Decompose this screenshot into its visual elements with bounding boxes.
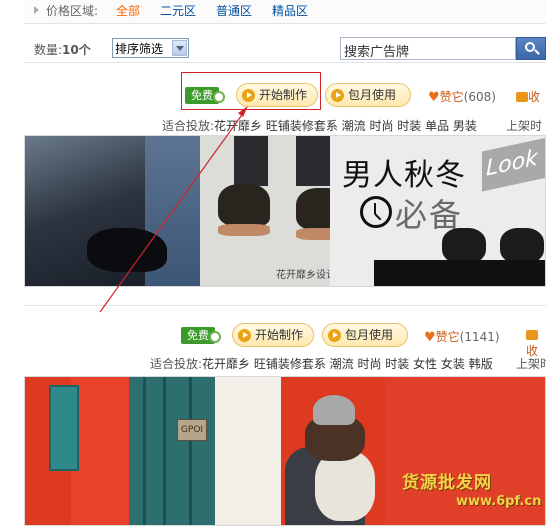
count-value: 10个 xyxy=(62,43,91,57)
filter-option-all[interactable]: 全部 xyxy=(116,2,140,19)
play-icon xyxy=(328,329,341,342)
play-icon xyxy=(331,89,344,102)
price-filter-label: 价格区域: xyxy=(46,4,99,18)
like-button[interactable]: ♥赞它(1141) xyxy=(424,328,500,345)
free-badge: 免费 xyxy=(181,327,221,344)
ad-banner-1[interactable]: 花开靡乡设计 Look 男人秋冬 必备 xyxy=(24,135,546,287)
updated-label: 上架时 xyxy=(516,357,546,371)
favorite-icon xyxy=(516,92,528,102)
clock-icon xyxy=(360,196,392,228)
bullet-icon xyxy=(34,6,39,14)
search-button[interactable] xyxy=(516,37,546,60)
favorite-icon xyxy=(526,330,538,340)
filter-option-two-yuan[interactable]: 二元区 xyxy=(160,2,196,19)
favorite-button[interactable]: 收 xyxy=(516,88,540,105)
updated-label: 上架时 xyxy=(506,119,543,133)
suitable-tags: 适合投放:花开靡乡 旺铺装修套系 潮流 时尚 时装 单品 男装 xyxy=(162,119,477,133)
price-filter-bar: 价格区域: 全部 二元区 普通区 精品区 xyxy=(24,0,546,24)
filter-option-normal[interactable]: 普通区 xyxy=(216,2,252,19)
heart-icon: ♥ xyxy=(424,330,436,345)
like-count: (1141) xyxy=(459,330,500,344)
banner-signature: 花开靡乡设计 xyxy=(276,270,336,281)
watermark-url: www.6pf.cn xyxy=(456,494,542,509)
sort-select[interactable]: 排序筛选 xyxy=(112,38,189,58)
suitable-tags: 适合投放:花开靡乡 旺铺装修套系 潮流 时尚 时装 女性 女装 韩版 xyxy=(150,357,493,371)
monthly-use-button[interactable]: 包月使用 xyxy=(322,323,408,347)
divider xyxy=(24,305,546,306)
heart-icon: ♥ xyxy=(428,90,440,105)
play-icon xyxy=(238,329,251,342)
look-tag: Look xyxy=(482,136,545,192)
chevron-down-icon[interactable] xyxy=(172,40,187,56)
count-label: 数量:10个 xyxy=(34,43,91,57)
highlight-box xyxy=(181,72,321,110)
start-create-button[interactable]: 开始制作 xyxy=(232,323,314,347)
door-plate: GPOI xyxy=(177,419,207,441)
search-input[interactable]: 搜索广告牌 xyxy=(340,37,516,60)
list-toolbar: 数量:10个 排序筛选 搜索广告牌 xyxy=(24,33,546,63)
like-button[interactable]: ♥赞它(608) xyxy=(428,88,496,105)
watermark-text: 货源批发网 xyxy=(402,473,492,493)
banner-headline: 男人秋冬 xyxy=(342,158,466,193)
sort-select-value: 排序筛选 xyxy=(115,42,164,56)
like-count: (608) xyxy=(463,90,496,104)
monthly-use-button[interactable]: 包月使用 xyxy=(325,83,411,107)
filter-option-premium[interactable]: 精品区 xyxy=(272,2,308,19)
ad-actions-2: 免费 开始制作 包月使用 ♥赞它(1141) 收 xyxy=(0,322,546,358)
